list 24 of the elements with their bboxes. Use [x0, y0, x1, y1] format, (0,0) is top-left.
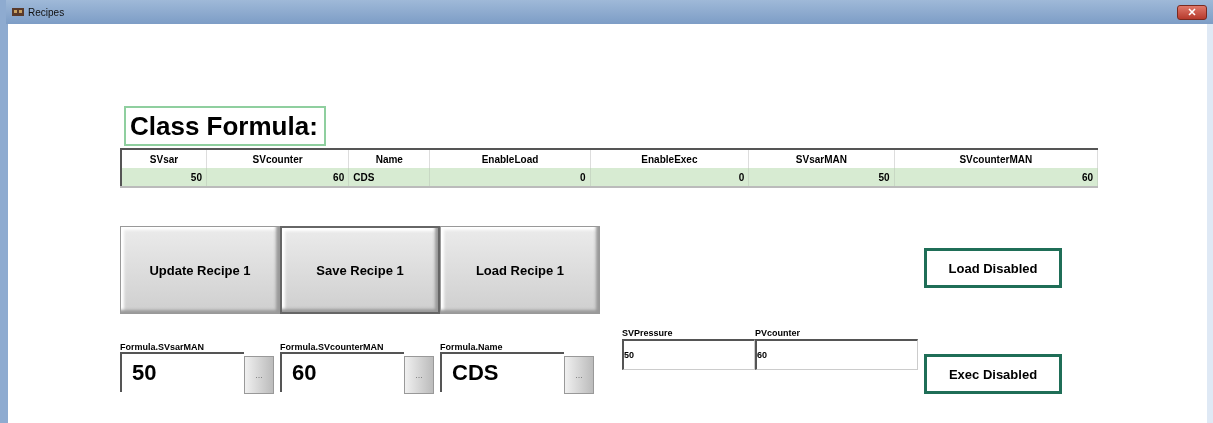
status-indicator: Exec Disabled — [924, 354, 1062, 394]
window-title: Recipes — [28, 6, 65, 18]
table-cell: 0 — [590, 168, 749, 187]
heading: Class Formula: — [124, 106, 326, 146]
table-cell: 50 — [622, 339, 755, 370]
field-label: Formula.SVsarMAN — [120, 342, 206, 352]
column-header: SVPressure — [622, 328, 674, 339]
table-cell: 60 — [206, 168, 349, 187]
table-cell: 0 — [429, 168, 591, 187]
table-cell: CDS — [348, 168, 430, 187]
table-cell: 60 — [755, 339, 918, 370]
close-icon — [1188, 8, 1196, 16]
table-cell: 50 — [748, 168, 895, 187]
app-icon — [12, 7, 24, 17]
recipe-button[interactable]: Load Recipe 1 — [440, 226, 600, 314]
recipe-button[interactable]: Save Recipe 1 — [280, 226, 440, 314]
status-indicator: Load Disabled — [924, 248, 1062, 288]
close-button[interactable] — [1177, 4, 1207, 20]
column-header: PVcounter — [755, 328, 801, 339]
table-cell: 60 — [894, 168, 1098, 187]
recipe-button[interactable]: Update Recipe 1 — [120, 226, 280, 314]
table-cell: 50 — [121, 168, 207, 187]
field-label: Formula.Name — [440, 342, 504, 352]
field-label: Formula.SVcounterMAN — [280, 342, 385, 352]
